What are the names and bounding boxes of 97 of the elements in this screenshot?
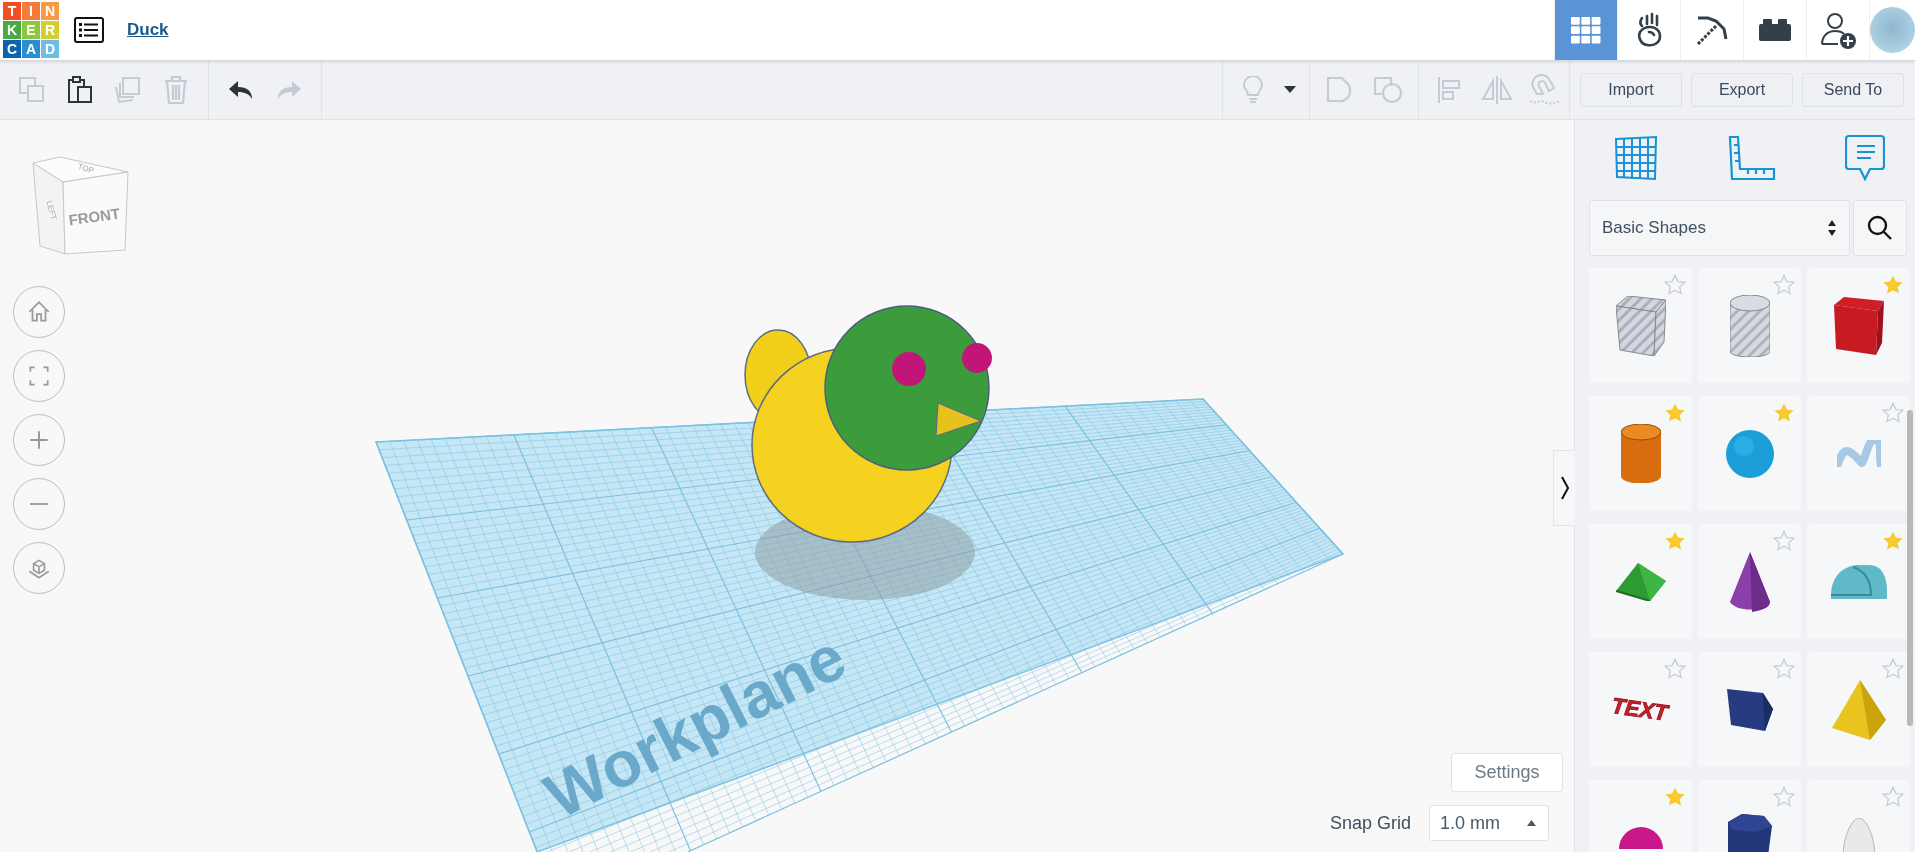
sort-arrows-icon — [1827, 220, 1837, 236]
shape-tile[interactable] — [1698, 268, 1801, 383]
shape-tile[interactable] — [1698, 396, 1801, 511]
shape-tile[interactable] — [1589, 268, 1692, 383]
favorite-star-icon[interactable] — [1664, 530, 1686, 552]
chevron-right-icon — [1559, 476, 1570, 500]
settings-button[interactable]: Settings — [1451, 753, 1563, 792]
box-shape-icon — [1833, 296, 1884, 355]
shape-tile[interactable] — [1807, 268, 1910, 383]
logo-letter: N — [41, 2, 59, 20]
favorite-star-icon[interactable] — [1882, 274, 1904, 296]
box-hole-shape-icon — [1615, 295, 1666, 356]
copy-icon — [19, 77, 45, 103]
list-icon — [79, 22, 99, 38]
sphere-shape-icon — [1725, 429, 1774, 478]
favorite-star-icon[interactable] — [1773, 658, 1795, 680]
hexagonal-prism-shape-icon — [1727, 813, 1772, 852]
favorite-star-icon[interactable] — [1882, 402, 1904, 424]
favorite-star-icon[interactable] — [1664, 658, 1686, 680]
shape-tile[interactable] — [1589, 396, 1692, 511]
redo-icon — [276, 80, 302, 100]
polygon-shape-icon — [1726, 688, 1773, 731]
shape-tile[interactable] — [1698, 524, 1801, 639]
snap-grid-select[interactable]: 1.0 mm — [1429, 805, 1550, 841]
half-sphere-shape-icon — [1618, 826, 1663, 849]
caret-icon — [1284, 86, 1296, 94]
mirror-icon — [1481, 75, 1513, 105]
collapse-panel-button[interactable] — [1553, 450, 1575, 526]
ruler-icon — [1728, 135, 1776, 181]
ruler-tool-button[interactable] — [1728, 135, 1776, 181]
clipboard-icon — [68, 76, 92, 104]
logo-letter: A — [22, 40, 40, 58]
search-icon — [1867, 215, 1893, 241]
ortho-button[interactable] — [13, 542, 65, 594]
favorite-star-icon[interactable] — [1882, 530, 1904, 552]
favorite-star-icon[interactable] — [1882, 658, 1904, 680]
align-icon — [1437, 76, 1461, 104]
magnet-icon — [1528, 74, 1562, 106]
design-title-link[interactable]: Duck — [127, 20, 169, 40]
logo-letter: D — [41, 40, 59, 58]
shape-tile[interactable] — [1589, 524, 1692, 639]
logo-letter: K — [3, 21, 21, 39]
favorite-star-icon[interactable] — [1773, 786, 1795, 808]
favorite-star-icon[interactable] — [1664, 402, 1686, 424]
logo-letter: R — [41, 21, 59, 39]
favorite-star-icon[interactable] — [1882, 786, 1904, 808]
snap-grid-label: Snap Grid — [1330, 812, 1412, 834]
zoom-in-button[interactable] — [13, 414, 65, 466]
shape-tile[interactable]: TEXT — [1589, 652, 1692, 767]
design-menu-button[interactable] — [74, 17, 104, 43]
paraboloid-shape-icon — [1842, 817, 1875, 852]
cube-top-label: TOP — [76, 161, 95, 176]
text-shape-icon: TEXT — [1610, 693, 1671, 726]
shape-tile[interactable] — [1807, 652, 1910, 767]
cylinder-shape-icon — [1620, 423, 1661, 484]
workplane-tool-button[interactable] — [1613, 135, 1659, 181]
shape-tile[interactable] — [1698, 652, 1801, 767]
group-icon — [1326, 76, 1354, 104]
cone-shape-icon — [1729, 551, 1770, 612]
workplane-grid-icon — [1613, 135, 1659, 181]
caret-icon — [1527, 820, 1537, 826]
shape-library-select[interactable]: Basic Shapes — [1589, 200, 1850, 256]
duplicate-icon — [114, 76, 142, 104]
favorite-star-icon[interactable] — [1664, 274, 1686, 296]
toolbar-button[interactable]: Export — [1691, 73, 1793, 107]
zoom-out-button[interactable] — [13, 478, 65, 530]
cube-left-label: LEFT — [44, 199, 59, 221]
fit-view-icon — [26, 363, 52, 389]
toolbar-button[interactable]: Send To — [1802, 73, 1904, 107]
pyramid-shape-icon — [1831, 679, 1886, 740]
light-bulb-icon — [1243, 76, 1263, 104]
fit-button[interactable] — [13, 350, 65, 402]
favorite-star-icon[interactable] — [1773, 274, 1795, 296]
undo-icon — [228, 80, 254, 100]
logo-letter: C — [3, 40, 21, 58]
cylinder-hole-shape-icon — [1729, 294, 1770, 357]
favorite-star-icon[interactable] — [1773, 402, 1795, 424]
shape-tile[interactable] — [1807, 524, 1910, 639]
notes-tool-button[interactable] — [1845, 134, 1885, 182]
search-button[interactable] — [1853, 200, 1907, 256]
logo-letter: I — [22, 2, 40, 20]
note-icon — [1845, 134, 1885, 182]
round-roof-shape-icon — [1830, 564, 1887, 599]
ungroup-icon — [1373, 76, 1403, 104]
favorite-star-icon[interactable] — [1773, 530, 1795, 552]
logo-letter: T — [3, 2, 21, 20]
logo-letter: E — [22, 21, 40, 39]
home-icon — [26, 299, 52, 325]
scrollbar[interactable] — [1907, 410, 1913, 726]
roof-shape-icon — [1615, 562, 1666, 601]
favorite-star-icon[interactable] — [1664, 786, 1686, 808]
trash-icon — [164, 76, 188, 104]
shape-tile[interactable] — [1807, 396, 1910, 511]
scribble-shape-icon — [1836, 440, 1881, 467]
home-button[interactable] — [13, 286, 65, 338]
toolbar-button[interactable]: Import — [1580, 73, 1682, 107]
cube-front-label: FRONT — [67, 204, 121, 229]
